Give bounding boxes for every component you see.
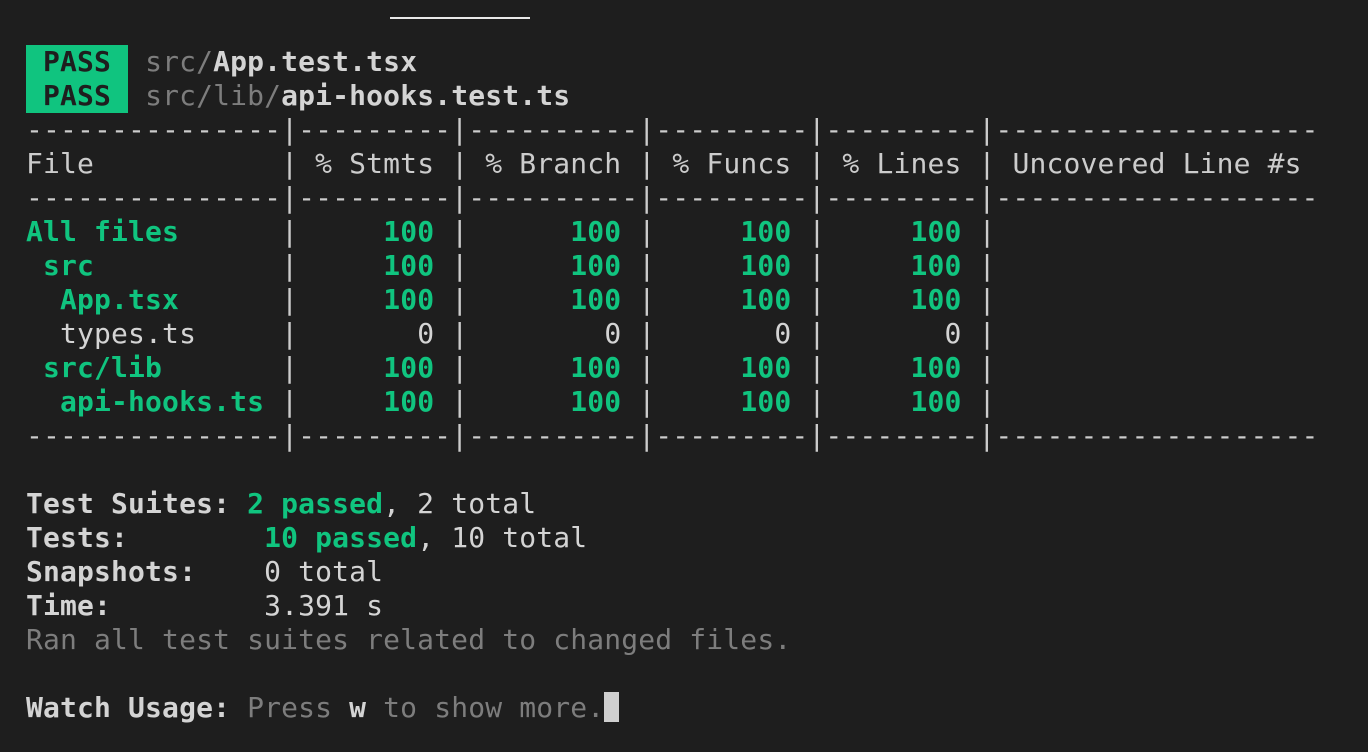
column-header: % Branch	[468, 147, 639, 180]
lines-cell: 100	[910, 215, 962, 248]
suites-total: , 2 total	[383, 487, 537, 520]
funcs-cell: 100	[740, 283, 792, 316]
summary-suites: Test Suites: 2 passed, 2 total	[26, 487, 1319, 521]
summary-tests: Tests: 10 passed, 10 total	[26, 521, 1319, 555]
column-header: % Funcs	[655, 147, 809, 180]
funcs-cell: 100	[740, 351, 792, 384]
test-path-file: api-hooks.test.ts	[281, 79, 571, 112]
table-separator: ---------------|---------|----------|---…	[26, 113, 1319, 146]
lines-cell: 100	[910, 351, 962, 384]
test-path-dir: src/lib/	[145, 79, 282, 112]
branch-cell: 0	[604, 317, 622, 350]
stmts-cell: 100	[383, 215, 435, 248]
branch-cell: 100	[570, 215, 622, 248]
stmts-cell: 100	[383, 351, 435, 384]
lines-cell: 0	[944, 317, 962, 350]
time-label: Time:	[26, 589, 112, 622]
tests-label: Tests:	[26, 521, 129, 554]
branch-cell: 100	[570, 249, 622, 282]
lines-cell: 100	[910, 249, 962, 282]
watch-rest: to show more.	[366, 691, 605, 724]
coverage-table: ---------------|---------|----------|---…	[26, 113, 1319, 453]
file-cell: App.tsx	[26, 283, 180, 316]
stmts-cell: 100	[383, 283, 435, 316]
watch-label: Watch Usage:	[26, 691, 231, 724]
pass-badge: PASS	[26, 45, 129, 79]
table-row: src | 100 | 100 | 100 | 100 |	[26, 249, 996, 282]
time-value: 3.391 s	[264, 589, 384, 622]
column-header: % Stmts	[298, 147, 452, 180]
window-top-indicator	[390, 17, 530, 19]
table-header: File | % Stmts | % Branch | % Funcs | % …	[26, 147, 1319, 180]
terminal-cursor[interactable]	[604, 692, 620, 722]
suites-passed: 2 passed	[247, 487, 384, 520]
terminal-output: PASS src/App.test.tsx PASS src/lib/api-h…	[26, 45, 1319, 725]
lines-cell: 100	[910, 283, 962, 316]
summary-time: Time: 3.391 s	[26, 589, 1319, 623]
summary-snapshots: Snapshots: 0 total	[26, 555, 1319, 589]
tests-passed: 10 passed	[264, 521, 418, 554]
branch-cell: 100	[570, 283, 622, 316]
file-cell: types.ts	[26, 317, 197, 350]
column-header: Uncovered Line #s	[995, 147, 1319, 180]
funcs-cell: 100	[740, 385, 792, 418]
suites-label: Test Suites:	[26, 487, 231, 520]
pass-badge: PASS	[26, 79, 129, 113]
file-cell: api-hooks.ts	[26, 385, 265, 418]
funcs-cell: 100	[740, 215, 792, 248]
test-path-dir: src/	[145, 45, 214, 78]
watch-key: w	[349, 691, 367, 724]
file-cell: All files	[26, 215, 180, 248]
funcs-cell: 100	[740, 249, 792, 282]
test-result-line: PASS src/App.test.tsx	[26, 45, 1319, 79]
file-cell: src/lib	[26, 351, 163, 384]
table-row: src/lib | 100 | 100 | 100 | 100 |	[26, 351, 996, 384]
funcs-cell: 0	[774, 317, 792, 350]
snapshots-value: 0 total	[264, 555, 384, 588]
lines-cell: 100	[910, 385, 962, 418]
test-path-file: App.test.tsx	[213, 45, 418, 78]
column-header: File	[26, 147, 282, 180]
table-row: App.tsx | 100 | 100 | 100 | 100 |	[26, 283, 996, 316]
snapshots-label: Snapshots:	[26, 555, 197, 588]
stmts-cell: 100	[383, 249, 435, 282]
test-result-line: PASS src/lib/api-hooks.test.ts	[26, 79, 1319, 113]
tests-total: , 10 total	[417, 521, 588, 554]
table-row: All files | 100 | 100 | 100 | 100 |	[26, 215, 996, 248]
stmts-cell: 100	[383, 385, 435, 418]
ran-message: Ran all test suites related to changed f…	[26, 623, 792, 656]
branch-cell: 100	[570, 385, 622, 418]
watch-usage[interactable]: Watch Usage: Press w to show more.	[26, 691, 1319, 725]
branch-cell: 100	[570, 351, 622, 384]
table-separator: ---------------|---------|----------|---…	[26, 419, 1319, 452]
file-cell: src	[26, 249, 95, 282]
table-row: types.ts | 0 | 0 | 0 | 0 |	[26, 317, 996, 350]
table-separator: ---------------|---------|----------|---…	[26, 181, 1319, 214]
column-header: % Lines	[825, 147, 979, 180]
table-row: api-hooks.ts | 100 | 100 | 100 | 100 |	[26, 385, 996, 418]
watch-press: Press	[230, 691, 350, 724]
stmts-cell: 0	[417, 317, 435, 350]
